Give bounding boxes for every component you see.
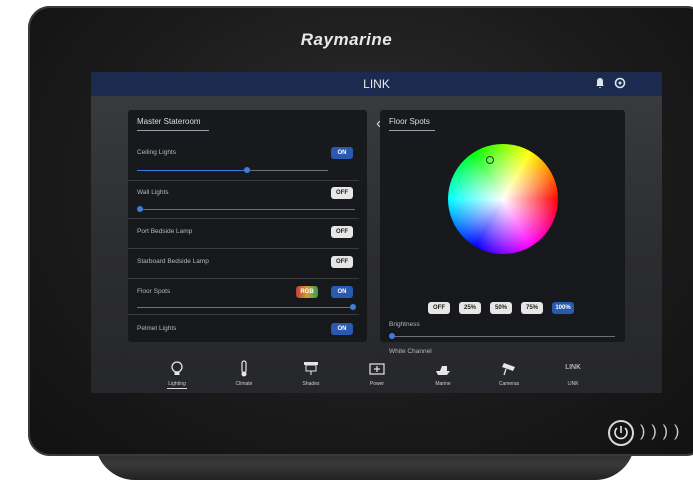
screen: LINK Master Stateroom ‹ Ceiling Lights O… [91, 72, 662, 393]
gear-icon[interactable] [613, 76, 627, 90]
light-label: Ceiling Lights [137, 149, 177, 156]
light-label: Floor Spots [137, 288, 171, 295]
link-text-icon: LINK [565, 364, 581, 371]
brightness-label: Brightness [389, 321, 420, 328]
power-icon [614, 426, 628, 440]
brand-logo: Raymarine [300, 30, 393, 49]
divider [128, 278, 359, 279]
white-channel-label: White Channel [389, 348, 432, 355]
floor-spots-slider-knob[interactable] [350, 304, 356, 310]
master-stateroom-panel: Master Stateroom ‹ Ceiling Lights ON Wal… [128, 110, 381, 342]
divider [128, 248, 359, 249]
color-picker-marker[interactable] [486, 156, 494, 164]
camera-icon [502, 363, 515, 376]
light-row-pelmet: Pelmet Lights ON [128, 316, 359, 340]
thermometer-icon [241, 360, 247, 377]
nav-label: Cameras [498, 381, 520, 387]
preset-75-button[interactable]: 75% [521, 302, 543, 314]
light-row-floor-spots: Floor Spots RGB ON [128, 280, 359, 314]
ceiling-lights-slider-knob[interactable] [244, 167, 250, 173]
rgb-button[interactable]: RGB [296, 286, 318, 298]
light-label: Starboard Bedside Lamp [137, 258, 209, 265]
light-row-port-bedside: Port Bedside Lamp OFF [128, 220, 359, 248]
brightness-slider-track[interactable] [389, 336, 615, 337]
boat-icon [436, 366, 450, 375]
panel-title-underline [137, 130, 209, 131]
nav-label: Marine [435, 381, 451, 387]
nav-label: Lighting [168, 381, 186, 387]
panel-title: Floor Spots [389, 117, 430, 126]
wireless-arcs-icon: )))) [640, 423, 686, 440]
panel-title-underline [389, 130, 435, 131]
floor-spots-toggle[interactable]: ON [331, 286, 353, 298]
shades-icon [304, 362, 318, 375]
pelmet-lights-toggle[interactable]: ON [331, 323, 353, 335]
nav-label: Power [369, 381, 385, 387]
color-wheel[interactable] [448, 144, 558, 254]
preset-25-button[interactable]: 25% [459, 302, 481, 314]
preset-off-button[interactable]: OFF [428, 302, 450, 314]
ceiling-lights-toggle[interactable]: ON [331, 147, 353, 159]
preset-50-button[interactable]: 50% [490, 302, 512, 314]
top-bar: LINK [91, 72, 662, 96]
preset-100-button[interactable]: 100% [552, 302, 574, 314]
brightness-slider-knob[interactable] [389, 333, 395, 339]
light-label: Pelmet Lights [137, 325, 177, 332]
battery-icon [369, 363, 385, 375]
light-label: Port Bedside Lamp [137, 228, 193, 235]
floor-spots-slider-fill [137, 307, 355, 308]
power-button[interactable] [608, 420, 634, 446]
nav-label: Shades [302, 381, 320, 387]
floor-spots-panel: Floor Spots OFF 25% 50% 75% 100% Brightn… [380, 110, 625, 342]
nav-label: Climate [235, 381, 253, 387]
light-row-wall: Wall Lights OFF [128, 182, 359, 219]
wall-lights-slider-knob[interactable] [137, 206, 143, 212]
port-bedside-toggle[interactable]: OFF [331, 226, 353, 238]
wall-lights-toggle[interactable]: OFF [331, 187, 353, 199]
page-title: LINK [363, 77, 390, 91]
divider [128, 218, 359, 219]
light-row-ceiling: Ceiling Lights ON [128, 142, 359, 180]
wall-lights-slider-track[interactable] [137, 209, 355, 210]
nav-label: LINK [567, 381, 579, 387]
bell-icon[interactable] [593, 76, 607, 90]
starboard-bedside-toggle[interactable]: OFF [331, 256, 353, 268]
nav-selected-indicator [167, 388, 187, 389]
panel-title: Master Stateroom [137, 117, 201, 126]
ceiling-lights-slider-fill [137, 170, 247, 171]
bulb-icon [171, 361, 183, 375]
divider [128, 314, 359, 315]
divider [128, 180, 359, 181]
light-label: Wall Lights [137, 189, 169, 196]
light-row-starboard-bedside: Starboard Bedside Lamp OFF [128, 250, 359, 278]
bottom-nav: Lighting Climate Shades Power Marine Cam… [91, 355, 662, 393]
